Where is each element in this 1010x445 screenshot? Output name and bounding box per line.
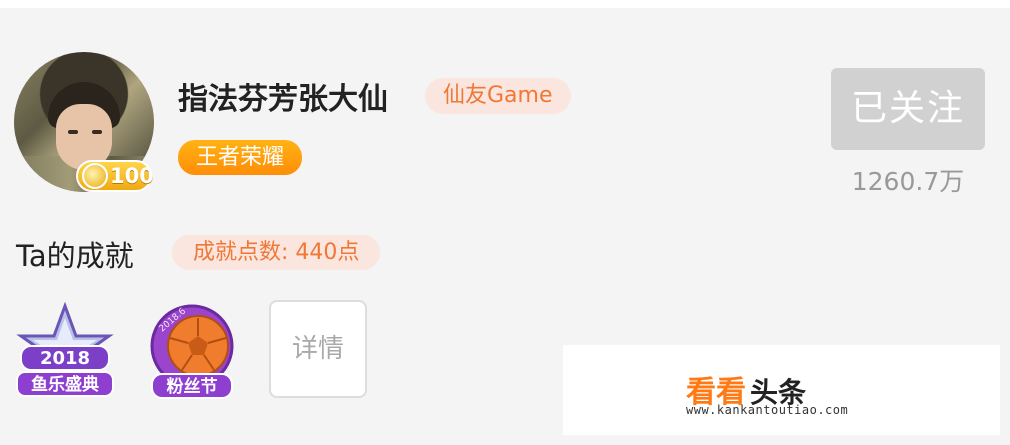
achievement-points: 成就点数: 440点	[172, 235, 381, 270]
follow-button[interactable]: 已关注	[831, 68, 985, 150]
star-medal-icon[interactable]: 2018 鱼乐盛典	[15, 301, 115, 402]
football-medal-icon[interactable]: 2018.6 粉丝节	[142, 302, 242, 402]
watermark-url: www.kankantoutiao.com	[686, 403, 849, 417]
coin-icon	[82, 163, 108, 189]
details-button[interactable]: 详情	[269, 300, 367, 398]
medal-year: 2018	[40, 348, 90, 369]
avatar-eye	[68, 130, 78, 134]
football-medal-graphic: 2018.6 粉丝节	[150, 304, 234, 399]
level-number: 100	[110, 164, 154, 188]
username: 指法芬芳张大仙	[178, 82, 388, 117]
avatar-eye	[92, 130, 102, 134]
game-tag[interactable]: 王者荣耀	[178, 140, 303, 175]
medal-label: 粉丝节	[167, 376, 218, 397]
medal-label: 鱼乐盛典	[31, 374, 99, 395]
star-medal-graphic: 2018 鱼乐盛典	[16, 301, 114, 397]
user-tag[interactable]: 仙友Game	[425, 78, 571, 114]
watermark: 看看 头条 www.kankantoutiao.com	[563, 345, 1000, 435]
fans-count: 1260.7万	[851, 167, 965, 196]
level-badge: 100	[76, 160, 154, 192]
achievements-title: Ta的成就	[16, 239, 134, 273]
